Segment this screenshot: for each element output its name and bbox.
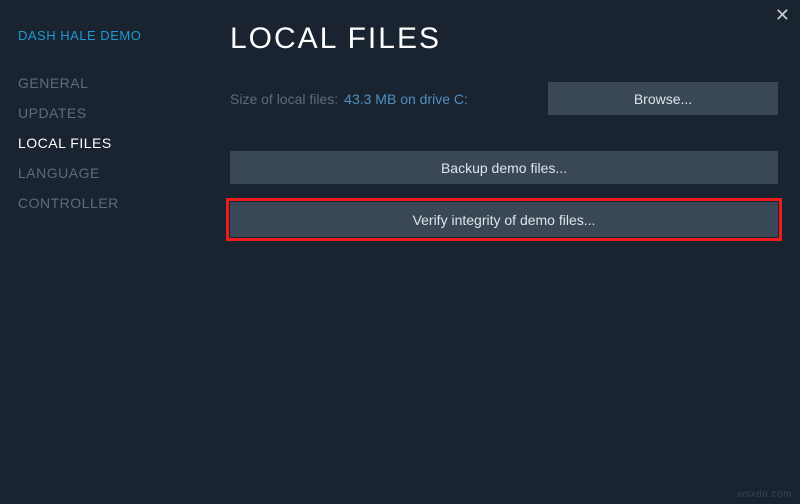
sidebar: DASH HALE DEMO GENERAL UPDATES LOCAL FIL… (0, 0, 200, 504)
sidebar-item-local-files[interactable]: LOCAL FILES (18, 135, 200, 151)
backup-button[interactable]: Backup demo files... (230, 151, 778, 184)
watermark: wsxdn.com (737, 489, 792, 500)
size-info-row: Size of local files: 43.3 MB on drive C:… (230, 82, 778, 115)
browse-button[interactable]: Browse... (548, 82, 778, 115)
sidebar-nav: GENERAL UPDATES LOCAL FILES LANGUAGE CON… (18, 75, 200, 211)
close-icon[interactable]: ✕ (775, 6, 790, 24)
sidebar-item-language[interactable]: LANGUAGE (18, 165, 200, 181)
page-title: LOCAL FILES (230, 22, 778, 56)
verify-integrity-button[interactable]: Verify integrity of demo files... (230, 202, 778, 237)
main-panel: LOCAL FILES Size of local files: 43.3 MB… (200, 0, 800, 504)
sidebar-item-controller[interactable]: CONTROLLER (18, 195, 200, 211)
sidebar-item-general[interactable]: GENERAL (18, 75, 200, 91)
size-value-link[interactable]: 43.3 MB on drive C: (344, 91, 542, 107)
sidebar-item-updates[interactable]: UPDATES (18, 105, 200, 121)
button-stack: Backup demo files... Verify integrity of… (230, 151, 778, 237)
size-label: Size of local files: (230, 91, 338, 107)
app-title[interactable]: DASH HALE DEMO (18, 28, 200, 43)
